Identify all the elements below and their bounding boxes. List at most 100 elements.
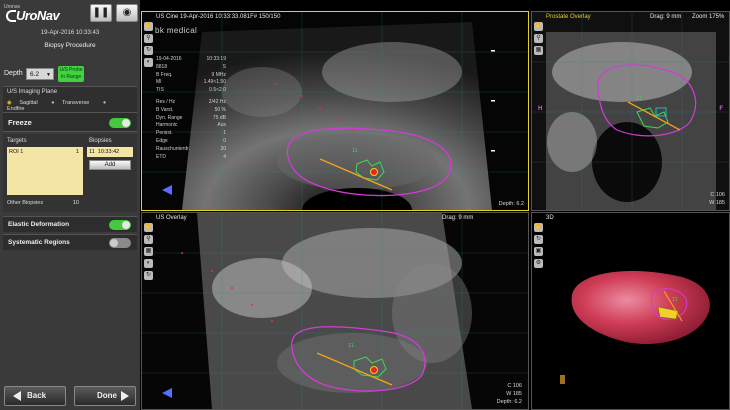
orientation-letter-right: F — [719, 106, 723, 112]
param-key: TIS — [156, 87, 164, 94]
pause-icon: ❚❚ — [92, 7, 110, 18]
window-readout: W 185 — [506, 391, 522, 397]
add-biopsy-button[interactable]: Add — [89, 160, 131, 170]
rotate-icon[interactable]: ↻ — [144, 271, 153, 280]
zoom-icon[interactable]: ⚲ — [534, 34, 543, 43]
param-value: 0 — [223, 137, 226, 144]
us-overlay-image — [142, 213, 528, 409]
logo-mark-icon — [6, 10, 16, 22]
arrow-right-icon — [121, 391, 129, 401]
us-overlay-view[interactable]: US Overlay Drag: 9 mm ✋ ⚲ ▦ ◐ ↻ 11 C 106… — [141, 212, 529, 410]
cube-icon[interactable]: ▣ — [534, 247, 543, 256]
param-row: Persist. 1 — [156, 130, 226, 138]
param-key: Edge — [156, 137, 168, 144]
pause-button[interactable]: ❚❚ — [90, 4, 112, 22]
contrast-icon[interactable]: ◐ — [144, 58, 153, 67]
imaging-plane-title: U/S Imaging Plane — [7, 89, 58, 95]
zoom-readout: Zoom 175% — [692, 14, 725, 20]
needle-label: 11 — [348, 343, 354, 349]
other-biopsies-label: Other Biopsies — [7, 200, 44, 206]
biopsy-time: 10:33:42 — [97, 149, 120, 155]
targets-header: Targets — [7, 138, 27, 144]
logo-text: UroNav — [16, 8, 60, 23]
systematic-regions-row: Systematic Regions — [3, 234, 137, 250]
list-item[interactable]: ROI 1 1 — [7, 148, 83, 156]
contrast-readout: C 106 — [507, 383, 522, 389]
elastic-deformation-label: Elastic Deformation — [8, 221, 70, 228]
param-value: S — [222, 63, 226, 70]
targets-biopsies-group: Targets Biopsies ROI 1 1 11 10:33:42 Add… — [3, 134, 137, 212]
done-label: Done — [97, 391, 117, 400]
contrast-icon[interactable]: ◐ — [144, 259, 153, 268]
control-panel: Uronav UroNav ❚❚ ◉ 19-Apr-2016 10:33:43 … — [0, 0, 140, 410]
window-readout: W 185 — [709, 200, 725, 206]
screenshot-button[interactable]: ◉ — [116, 4, 138, 22]
other-biopsies-row[interactable]: Other Biopsies 10 — [7, 198, 83, 208]
settings-icon[interactable]: ⚙ — [534, 259, 543, 268]
ultrasound-live-view[interactable]: US Cine 19-Apr-2016 10:33:33.081F# 150/1… — [141, 11, 529, 211]
zoom-icon[interactable]: ⚲ — [144, 235, 153, 244]
layers-icon[interactable]: ▦ — [144, 247, 153, 256]
param-value: 1.49<1.50 — [203, 79, 226, 86]
biopsies-header: Biopsies — [89, 138, 112, 144]
param-key: Harmonic — [156, 122, 178, 129]
param-row: Res / Hz 2/42 Hz — [156, 99, 226, 107]
param-row: 19-04-2016 10:33:19 — [156, 56, 226, 64]
toggle-knob — [110, 239, 118, 247]
toggle-knob — [122, 119, 130, 127]
other-biopsies-count: 10 — [72, 200, 79, 206]
freeze-toggle[interactable] — [109, 118, 131, 128]
param-key: ETD — [156, 153, 166, 160]
pan-hand-icon[interactable]: ✋ — [144, 22, 153, 31]
zoom-icon[interactable]: ⚲ — [144, 34, 153, 43]
param-key: Rauschunterdr. — [156, 145, 190, 152]
targets-list: ROI 1 1 — [7, 147, 83, 195]
prostate-overlay-view[interactable]: Prostate Overlay Drag: 9 mm Zoom 175% ✋ … — [531, 11, 730, 211]
three-d-view[interactable]: 3D ✋ ↻ ▣ ⚙ 11 — [531, 212, 730, 410]
layers-icon[interactable]: ▦ — [534, 46, 543, 55]
radio-unselected-icon: ● — [102, 100, 107, 106]
done-button[interactable]: Done — [74, 386, 136, 406]
radio-transverse-label: Transverse — [62, 100, 90, 106]
rotate-icon[interactable]: ↻ — [144, 46, 153, 55]
systematic-regions-toggle[interactable] — [109, 238, 131, 248]
back-button[interactable]: Back — [4, 386, 66, 406]
radio-transverse[interactable]: ● Transverse — [51, 100, 95, 106]
param-row: Edge 0 — [156, 138, 226, 146]
param-value: 1 — [223, 130, 226, 137]
param-value: 2/42 Hz — [208, 98, 226, 105]
param-row: MI 1.49<1.50 — [156, 79, 226, 87]
probe-status-line1: U/S Probe — [59, 67, 83, 73]
param-row: 8818 S — [156, 64, 226, 72]
chevron-down-icon: ▼ — [46, 72, 51, 78]
param-row: ETD 4 — [156, 154, 226, 162]
param-key: B Freq. — [156, 71, 173, 78]
param-key: Persist. — [156, 130, 173, 137]
param-key: 19-04-2016 — [156, 56, 182, 62]
param-key: Res / Hz — [156, 98, 176, 105]
three-d-title: 3D — [546, 215, 554, 221]
overlay-image — [532, 12, 729, 210]
procedure-name: Biopsy Procedure — [44, 42, 96, 49]
biopsies-list[interactable]: 11 10:33:42 — [87, 147, 133, 157]
toggle-knob — [122, 221, 130, 229]
depth-value: 6.2 — [30, 71, 40, 78]
param-value: 10:33:19 — [206, 56, 226, 62]
back-label: Back — [27, 391, 47, 400]
needle-label: 11 — [672, 297, 678, 303]
elastic-deformation-toggle[interactable] — [109, 220, 131, 230]
pan-hand-icon[interactable]: ✋ — [144, 223, 153, 232]
systematic-regions-label: Systematic Regions — [8, 239, 70, 246]
radio-unselected-icon: ● — [51, 100, 55, 106]
param-value: 50 % — [214, 106, 226, 113]
needle-label: 11 — [352, 148, 358, 154]
param-value: 75 dB — [212, 114, 226, 121]
depth-select[interactable]: 6.2 ▼ — [26, 68, 54, 80]
pan-hand-icon[interactable]: ✋ — [534, 22, 543, 31]
rotate-icon[interactable]: ↻ — [534, 235, 543, 244]
needle-label: 11 — [636, 96, 642, 102]
target-name: ROI 1 — [9, 149, 24, 155]
pan-hand-icon[interactable]: ✋ — [534, 223, 543, 232]
param-key: B Varst. — [156, 106, 174, 113]
camera-icon: ◉ — [122, 7, 132, 18]
